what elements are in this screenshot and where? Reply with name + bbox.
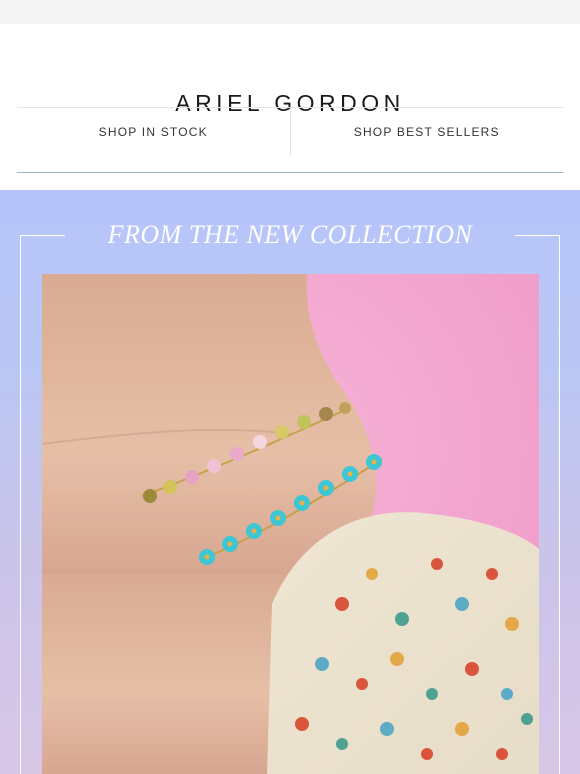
nav-shop-in-stock[interactable]: SHOP IN STOCK [17, 108, 290, 156]
hero-banner[interactable]: FROM THE NEW COLLECTION [0, 190, 580, 774]
frame-line [20, 235, 21, 774]
nav-bar: SHOP IN STOCK SHOP BEST SELLERS [17, 108, 563, 156]
top-strip [0, 0, 580, 24]
frame-line [559, 235, 560, 774]
nav-divider-bottom [17, 172, 563, 173]
nav-shop-best-sellers[interactable]: SHOP BEST SELLERS [291, 108, 564, 156]
hero-product-image[interactable] [42, 274, 539, 774]
email-header: ARIEL GORDON SHOP IN STOCK SHOP BEST SEL… [0, 24, 580, 190]
hero-title: FROM THE NEW COLLECTION [107, 220, 473, 249]
